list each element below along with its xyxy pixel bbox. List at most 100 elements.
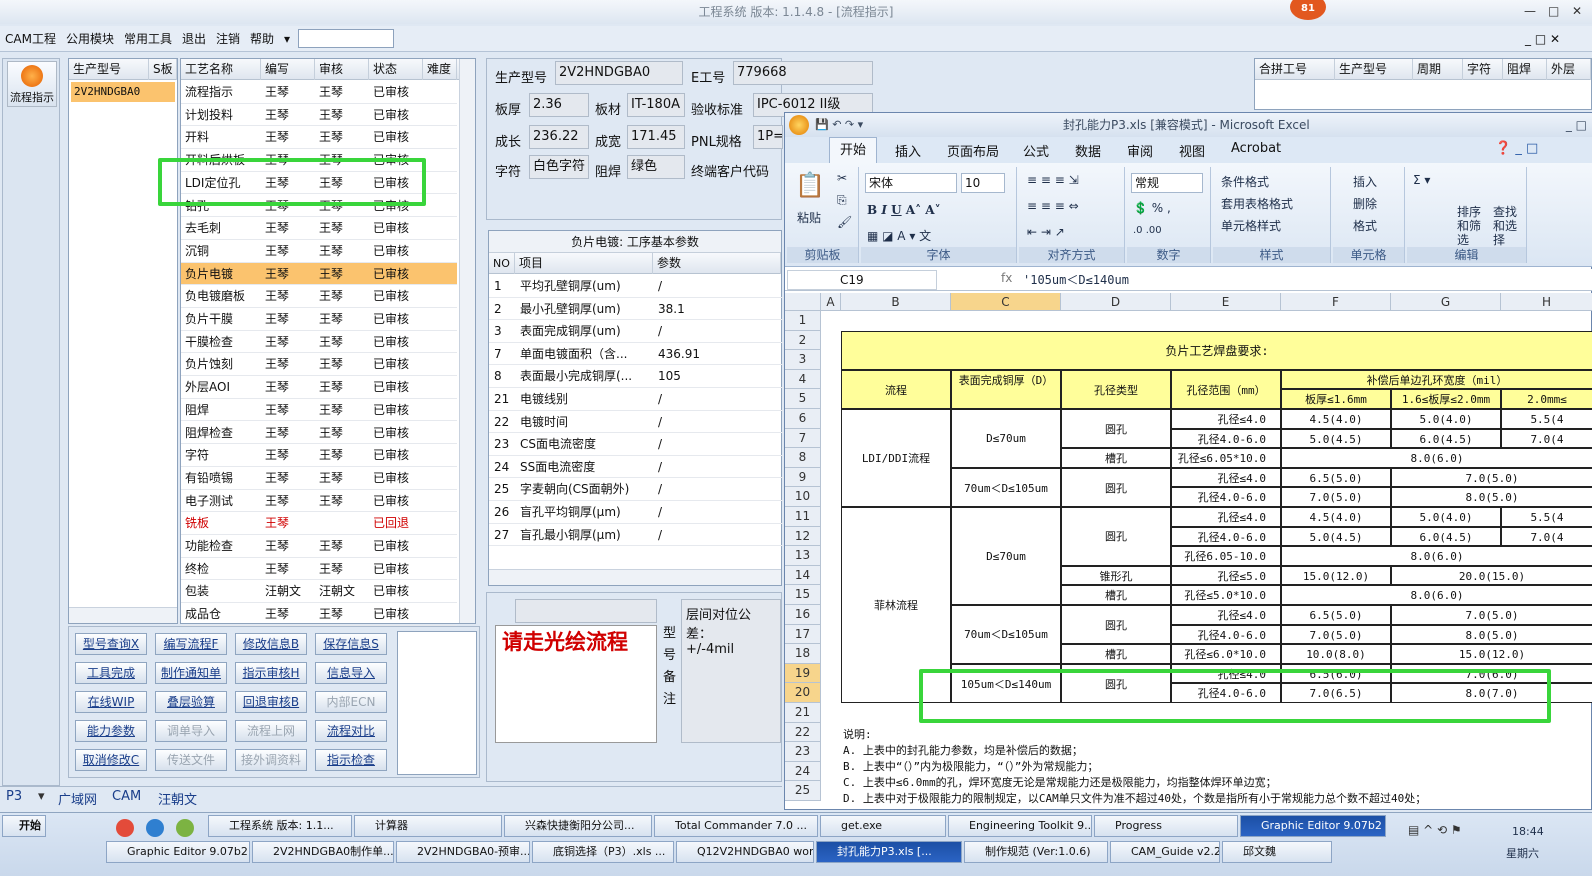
font-name-select[interactable]: 宋体 (865, 173, 957, 193)
sheet-cell[interactable]: 7.0(4 (1501, 526, 1592, 547)
table-row[interactable]: 阻焊 王琴 王琴 已审核 (181, 399, 457, 422)
col-mask[interactable]: 阻焊 (1503, 59, 1547, 80)
chevron-down-icon[interactable]: ▾ (279, 26, 295, 52)
action-button[interactable]: 回退审核B (235, 691, 307, 713)
cell-style-button[interactable]: 单元格样式 (1221, 217, 1281, 234)
param-hscrollbar[interactable] (489, 569, 781, 585)
sheet-cell[interactable]: 4.5(4.0) (1281, 507, 1391, 527)
col-writer[interactable]: 编写 (261, 59, 315, 80)
row-header[interactable]: 10 (785, 487, 821, 507)
model-field[interactable]: 2V2HNDGBA0 (555, 61, 683, 85)
action-button[interactable]: 保存信息S (315, 633, 387, 655)
sheet-cell[interactable]: 5.5(4 (1501, 507, 1592, 527)
param-row[interactable]: 7 单面电镀面积（含... 436.91 (489, 343, 783, 366)
sheet-cell[interactable]: 孔径≤5.0 (1171, 565, 1281, 586)
tab-view[interactable]: 视图 (1179, 141, 1205, 160)
close-icon[interactable]: ✕ (1572, 4, 1582, 18)
row-header[interactable]: 8 (785, 448, 821, 468)
sheet-cell[interactable]: 负片工艺焊盘要求: (841, 330, 1592, 370)
sheet-cell[interactable]: D≤70um (951, 507, 1061, 605)
taskbar-item[interactable]: 兴森快捷衡阳分公司... (504, 815, 652, 837)
column-header[interactable]: A (821, 293, 841, 311)
sheet-cell[interactable]: 8.0(6.0) (1281, 448, 1592, 468)
column-header[interactable]: C (951, 293, 1061, 311)
currency-percent-icons[interactable]: 💲 % , (1133, 201, 1171, 215)
column-header[interactable]: H (1501, 293, 1592, 311)
table-row[interactable]: 沉铜 王琴 王琴 已审核 (181, 240, 457, 263)
name-box[interactable]: C19 (787, 270, 937, 290)
taskbar-item[interactable]: Progress (1094, 815, 1238, 837)
sheet-cell[interactable]: 孔径范围（mm） (1171, 369, 1281, 409)
sheet-cell[interactable]: 孔径≤4.0 (1171, 507, 1281, 527)
sheet-cell[interactable]: 孔径类型 (1061, 369, 1171, 409)
fx-icon[interactable]: fx (1001, 271, 1012, 285)
row-header[interactable]: 2 (785, 330, 821, 351)
sheet-cell[interactable]: 2.0mm≤ (1501, 389, 1592, 409)
column-header[interactable]: F (1281, 293, 1391, 311)
sort-filter-button[interactable]: 排序和筛选 (1457, 205, 1491, 247)
sheet-cell[interactable]: 表面完成铜厚（D） (951, 369, 1061, 409)
pnl-field[interactable]: 1P= (753, 125, 783, 149)
sheet-cell[interactable]: 孔径6.05-10.0 (1171, 546, 1281, 566)
mdi-min-icon[interactable]: _ □ ✕ (1520, 26, 1565, 52)
taskbar-item[interactable]: Total Commander 7.0 ... (654, 815, 818, 837)
taskbar-item[interactable]: CAM_Guide v2.23 (1110, 841, 1220, 863)
row-header[interactable]: 12 (785, 526, 821, 547)
sheet-cell[interactable]: 8.0(5.0) (1391, 624, 1592, 645)
sheet-cell[interactable]: 4.5(4.0) (1281, 409, 1391, 429)
table-row[interactable]: 负片电镀 王琴 王琴 已审核 (181, 262, 457, 286)
e-field[interactable]: 779668 (733, 61, 873, 85)
corner-cell[interactable] (785, 293, 821, 311)
table-row[interactable]: 去毛刺 王琴 王琴 已审核 (181, 217, 457, 240)
sheet-cell[interactable]: 孔径4.0-6.0 (1171, 624, 1281, 645)
taskbar-item[interactable]: 底铜选择（P3）.xls ... (532, 841, 674, 863)
paste-icon[interactable]: 📋 (795, 171, 825, 199)
sheet-cell[interactable]: 6.5(5.0) (1281, 605, 1391, 625)
taskbar-item[interactable]: 2V2HNDGBA0制作单... (252, 841, 394, 863)
sheet-cell[interactable]: 5.0(4.0) (1391, 409, 1501, 429)
table-row[interactable]: 有铅喷锡 王琴 王琴 已审核 (181, 467, 457, 490)
sheet-cell[interactable]: 8.0(6.0) (1281, 585, 1592, 605)
sheet-cell[interactable]: 5.0(4.0) (1391, 507, 1501, 527)
sheet-cell[interactable]: 孔径≤6.0*10.0 (1171, 644, 1281, 664)
thick-field[interactable]: 2.36 (529, 93, 589, 117)
col-reviewer[interactable]: 审核 (315, 59, 369, 80)
minimize-icon[interactable]: — (1524, 4, 1536, 18)
taskbar-item[interactable]: 2V2HNDGBA0-预审... (396, 841, 530, 863)
taskbar-item[interactable]: 计算器 (354, 815, 502, 837)
tab-home[interactable]: 开始 (829, 137, 878, 163)
row-header[interactable]: 16 (785, 605, 821, 625)
table-row[interactable]: 功能检查 王琴 王琴 已审核 (181, 535, 457, 558)
table-row[interactable]: 字符 王琴 王琴 已审核 (181, 444, 457, 467)
tab-acrobat[interactable]: Acrobat (1231, 141, 1281, 156)
sheet-cell[interactable]: 5.0(4.5) (1281, 428, 1391, 449)
menu-public[interactable]: 公用模块 (61, 26, 119, 52)
row-header[interactable]: 25 (785, 781, 821, 801)
action-button[interactable]: 修改信息B (235, 633, 307, 655)
menu-tools[interactable]: 常用工具 (119, 26, 177, 52)
sheet-cell[interactable]: 7.0(5.0) (1281, 487, 1391, 507)
param-row[interactable]: 25 字麦朝向(CS面朝外) / (489, 478, 783, 501)
sheet-cell[interactable]: 20.0(15.0) (1391, 565, 1592, 586)
sheet-cell[interactable]: 7.0(4 (1501, 428, 1592, 449)
table-row[interactable]: 计划投料 王琴 王琴 已审核 (181, 104, 457, 127)
param-row[interactable]: 21 电镀线别 / (489, 388, 783, 411)
action-button[interactable]: 编写流程F (155, 633, 227, 655)
maximize-icon[interactable]: □ (1548, 4, 1559, 18)
sheet-cell[interactable]: 孔径4.0-6.0 (1171, 526, 1281, 547)
param-row[interactable]: 26 盲孔平均铜厚(μm) / (489, 501, 783, 524)
sheet-cell[interactable]: 6.0(4.5) (1391, 428, 1501, 449)
help-icon[interactable]: ❓ _ □ (1495, 141, 1538, 156)
col-merge-no[interactable]: 合拼工号 (1255, 59, 1335, 80)
sheet-cell[interactable]: 孔径≤4.0 (1171, 409, 1281, 429)
col-item[interactable]: 项目 (515, 253, 653, 274)
param-row[interactable]: 8 表面最小完成铜厚(... 105 (489, 365, 783, 388)
tolerance-box[interactable]: 层间对位公差： +/-4mil (681, 599, 781, 743)
row-header[interactable]: 20 (785, 683, 821, 703)
action-button[interactable]: 流程对比 (315, 720, 387, 742)
row-header[interactable]: 19 (785, 663, 821, 684)
paste-button[interactable]: 粘贴 (797, 209, 821, 226)
column-header[interactable]: D (1061, 293, 1171, 311)
menu-help[interactable]: 帮助 (245, 26, 279, 52)
char-field[interactable]: 白色字符 (529, 155, 589, 179)
